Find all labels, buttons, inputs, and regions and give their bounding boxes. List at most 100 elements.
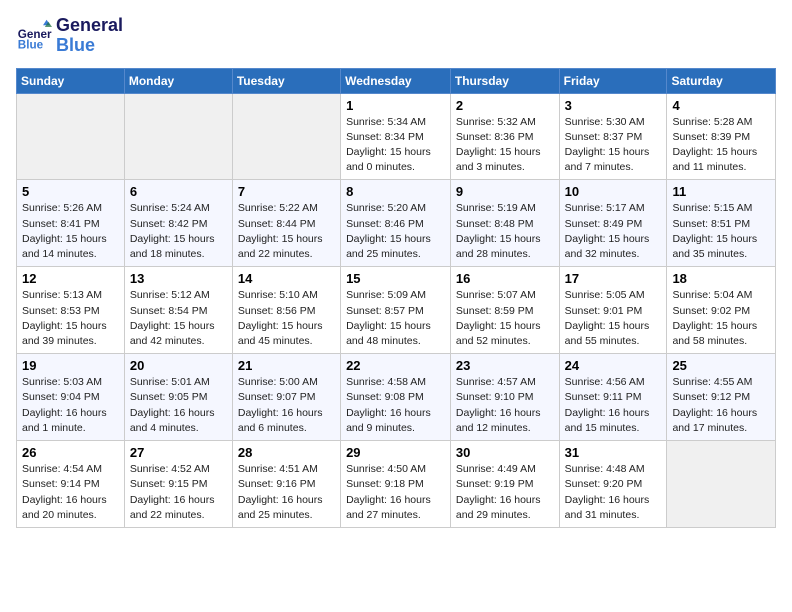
day-number: 26 (22, 445, 119, 460)
day-info: Sunrise: 5:15 AM Sunset: 8:51 PM Dayligh… (672, 201, 770, 262)
calendar-cell: 13 Sunrise: 5:12 AM Sunset: 8:54 PM Dayli… (124, 267, 232, 354)
svg-text:Blue: Blue (18, 38, 44, 51)
calendar-cell: 29 Sunrise: 4:50 AM Sunset: 9:18 PM Dayli… (341, 441, 451, 528)
day-number: 9 (456, 184, 554, 199)
day-info: Sunrise: 5:20 AM Sunset: 8:46 PM Dayligh… (346, 201, 445, 262)
calendar-cell: 5 Sunrise: 5:26 AM Sunset: 8:41 PM Daylig… (17, 180, 125, 267)
calendar-week-1: 1Sunrise: 5:34 AM Sunset: 8:34 PM Daylig… (17, 93, 776, 180)
calendar-cell: 6 Sunrise: 5:24 AM Sunset: 8:42 PM Daylig… (124, 180, 232, 267)
day-number: 3 (565, 98, 662, 113)
day-number: 21 (238, 358, 335, 373)
day-info: Sunrise: 5:30 AM Sunset: 8:37 PM Dayligh… (565, 115, 662, 176)
day-number: 16 (456, 271, 554, 286)
calendar-cell: 19 Sunrise: 5:03 AM Sunset: 9:04 PM Dayli… (17, 354, 125, 441)
day-number: 5 (22, 184, 119, 199)
day-info: Sunrise: 4:50 AM Sunset: 9:18 PM Dayligh… (346, 462, 445, 523)
day-number: 17 (565, 271, 662, 286)
calendar-cell: 14Sunrise: 5:10 AM Sunset: 8:56 PM Dayli… (232, 267, 340, 354)
day-number: 7 (238, 184, 335, 199)
day-info: Sunrise: 5:13 AM Sunset: 8:53 PM Dayligh… (22, 288, 119, 349)
calendar-week-5: 26Sunrise: 4:54 AM Sunset: 9:14 PM Dayli… (17, 441, 776, 528)
calendar-cell: 15 Sunrise: 5:09 AM Sunset: 8:57 PM Dayli… (341, 267, 451, 354)
day-info: Sunrise: 5:09 AM Sunset: 8:57 PM Dayligh… (346, 288, 445, 349)
calendar-cell: 20Sunrise: 5:01 AM Sunset: 9:05 PM Dayli… (124, 354, 232, 441)
day-info: Sunrise: 5:04 AM Sunset: 9:02 PM Dayligh… (672, 288, 770, 349)
calendar-cell: 23 Sunrise: 4:57 AM Sunset: 9:10 PM Dayli… (450, 354, 559, 441)
calendar-cell: 25 Sunrise: 4:55 AM Sunset: 9:12 PM Dayli… (667, 354, 776, 441)
day-number: 30 (456, 445, 554, 460)
day-number: 6 (130, 184, 227, 199)
calendar-cell: 16 Sunrise: 5:07 AM Sunset: 8:59 PM Dayli… (450, 267, 559, 354)
day-info: Sunrise: 5:12 AM Sunset: 8:54 PM Dayligh… (130, 288, 227, 349)
weekday-header-friday: Friday (559, 68, 667, 93)
calendar-table: SundayMondayTuesdayWednesdayThursdayFrid… (16, 68, 776, 528)
day-info: Sunrise: 4:55 AM Sunset: 9:12 PM Dayligh… (672, 375, 770, 436)
day-number: 22 (346, 358, 445, 373)
calendar-cell: 10 Sunrise: 5:17 AM Sunset: 8:49 PM Dayli… (559, 180, 667, 267)
day-number: 8 (346, 184, 445, 199)
calendar-week-3: 12 Sunrise: 5:13 AM Sunset: 8:53 PM Dayli… (17, 267, 776, 354)
day-info: Sunrise: 4:57 AM Sunset: 9:10 PM Dayligh… (456, 375, 554, 436)
day-number: 10 (565, 184, 662, 199)
calendar-cell: 7Sunrise: 5:22 AM Sunset: 8:44 PM Daylig… (232, 180, 340, 267)
day-number: 1 (346, 98, 445, 113)
day-number: 15 (346, 271, 445, 286)
calendar-cell: 22 Sunrise: 4:58 AM Sunset: 9:08 PM Dayli… (341, 354, 451, 441)
day-info: Sunrise: 4:56 AM Sunset: 9:11 PM Dayligh… (565, 375, 662, 436)
logo-line1: General (56, 16, 123, 36)
calendar-cell (667, 441, 776, 528)
calendar-cell: 18Sunrise: 5:04 AM Sunset: 9:02 PM Dayli… (667, 267, 776, 354)
day-info: Sunrise: 5:07 AM Sunset: 8:59 PM Dayligh… (456, 288, 554, 349)
day-info: Sunrise: 5:19 AM Sunset: 8:48 PM Dayligh… (456, 201, 554, 262)
calendar-week-2: 5 Sunrise: 5:26 AM Sunset: 8:41 PM Daylig… (17, 180, 776, 267)
calendar-cell (17, 93, 125, 180)
day-number: 23 (456, 358, 554, 373)
day-number: 29 (346, 445, 445, 460)
calendar-cell: 2Sunrise: 5:32 AM Sunset: 8:36 PM Daylig… (450, 93, 559, 180)
day-number: 14 (238, 271, 335, 286)
day-info: Sunrise: 5:24 AM Sunset: 8:42 PM Dayligh… (130, 201, 227, 262)
calendar-cell: 17 Sunrise: 5:05 AM Sunset: 9:01 PM Dayli… (559, 267, 667, 354)
page-header: General Blue General Blue (16, 16, 776, 56)
day-info: Sunrise: 5:28 AM Sunset: 8:39 PM Dayligh… (672, 115, 770, 176)
day-number: 19 (22, 358, 119, 373)
weekday-header-sunday: Sunday (17, 68, 125, 93)
day-info: Sunrise: 4:48 AM Sunset: 9:20 PM Dayligh… (565, 462, 662, 523)
day-number: 31 (565, 445, 662, 460)
day-number: 24 (565, 358, 662, 373)
weekday-header-saturday: Saturday (667, 68, 776, 93)
calendar-cell: 31 Sunrise: 4:48 AM Sunset: 9:20 PM Dayli… (559, 441, 667, 528)
calendar-cell: 24 Sunrise: 4:56 AM Sunset: 9:11 PM Dayli… (559, 354, 667, 441)
day-number: 13 (130, 271, 227, 286)
day-info: Sunrise: 4:51 AM Sunset: 9:16 PM Dayligh… (238, 462, 335, 523)
calendar-cell: 1Sunrise: 5:34 AM Sunset: 8:34 PM Daylig… (341, 93, 451, 180)
day-number: 4 (672, 98, 770, 113)
day-info: Sunrise: 5:03 AM Sunset: 9:04 PM Dayligh… (22, 375, 119, 436)
calendar-cell: 26Sunrise: 4:54 AM Sunset: 9:14 PM Dayli… (17, 441, 125, 528)
day-info: Sunrise: 4:58 AM Sunset: 9:08 PM Dayligh… (346, 375, 445, 436)
calendar-cell: 11 Sunrise: 5:15 AM Sunset: 8:51 PM Dayli… (667, 180, 776, 267)
day-info: Sunrise: 4:49 AM Sunset: 9:19 PM Dayligh… (456, 462, 554, 523)
day-info: Sunrise: 4:52 AM Sunset: 9:15 PM Dayligh… (130, 462, 227, 523)
day-number: 11 (672, 184, 770, 199)
calendar-cell (232, 93, 340, 180)
calendar-cell: 27Sunrise: 4:52 AM Sunset: 9:15 PM Dayli… (124, 441, 232, 528)
day-number: 12 (22, 271, 119, 286)
day-info: Sunrise: 5:05 AM Sunset: 9:01 PM Dayligh… (565, 288, 662, 349)
day-info: Sunrise: 5:32 AM Sunset: 8:36 PM Dayligh… (456, 115, 554, 176)
calendar-week-4: 19 Sunrise: 5:03 AM Sunset: 9:04 PM Dayli… (17, 354, 776, 441)
logo-line2: Blue (56, 36, 123, 56)
day-info: Sunrise: 5:26 AM Sunset: 8:41 PM Dayligh… (22, 201, 119, 262)
day-number: 28 (238, 445, 335, 460)
day-number: 25 (672, 358, 770, 373)
calendar-cell: 9 Sunrise: 5:19 AM Sunset: 8:48 PM Daylig… (450, 180, 559, 267)
logo: General Blue General Blue (16, 16, 123, 56)
calendar-cell (124, 93, 232, 180)
calendar-cell: 21Sunrise: 5:00 AM Sunset: 9:07 PM Dayli… (232, 354, 340, 441)
calendar-cell: 3 Sunrise: 5:30 AM Sunset: 8:37 PM Daylig… (559, 93, 667, 180)
weekday-header-thursday: Thursday (450, 68, 559, 93)
calendar-cell: 12 Sunrise: 5:13 AM Sunset: 8:53 PM Dayli… (17, 267, 125, 354)
weekday-header-wednesday: Wednesday (341, 68, 451, 93)
day-number: 20 (130, 358, 227, 373)
day-info: Sunrise: 5:17 AM Sunset: 8:49 PM Dayligh… (565, 201, 662, 262)
